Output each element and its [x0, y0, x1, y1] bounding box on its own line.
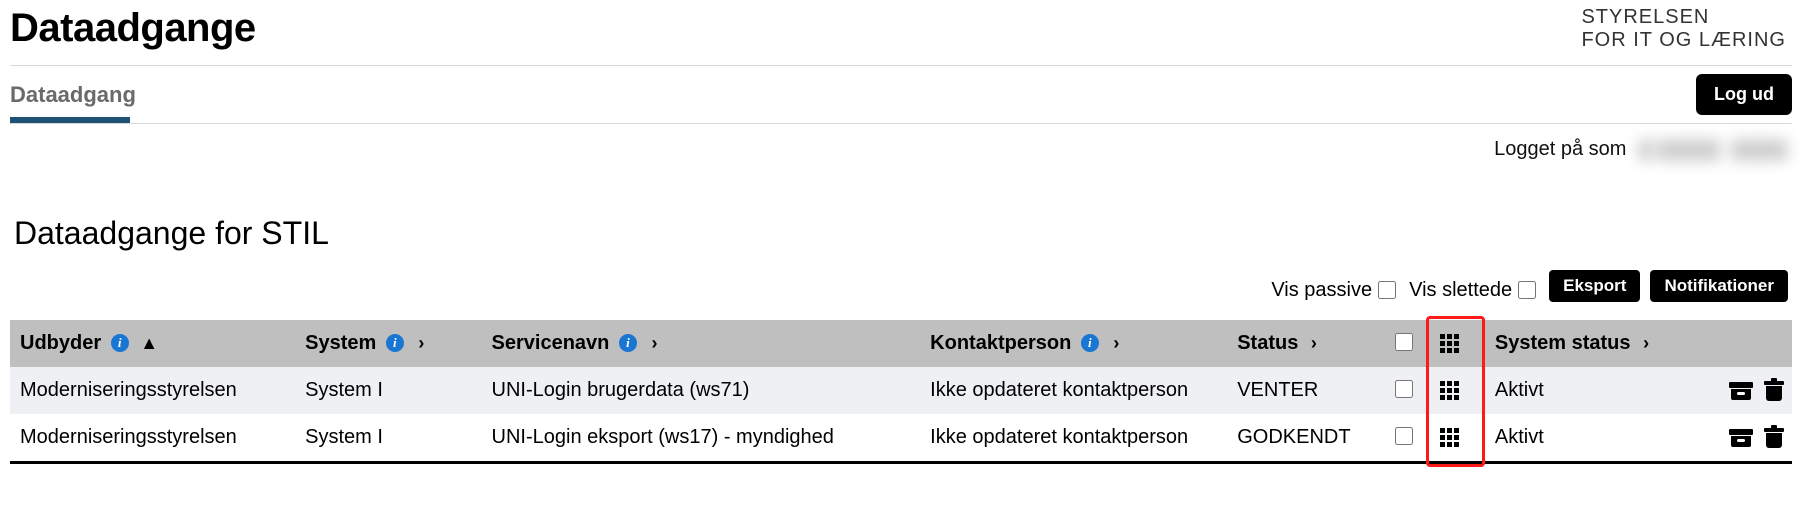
col-system[interactable]: System i ›	[295, 320, 481, 367]
cell-service: UNI-Login eksport (ws17) - myndighed	[482, 414, 921, 463]
cell-contact: Ikke opdateret kontaktperson	[920, 414, 1227, 463]
grid-icon[interactable]	[1440, 334, 1459, 353]
section-title: Dataadgange for STIL	[14, 215, 1792, 252]
show-deleted-checkbox[interactable]	[1518, 281, 1536, 299]
col-system-label: System	[305, 332, 376, 354]
cell-status: GODKENDT	[1227, 414, 1381, 463]
page-title: Dataadgange	[10, 6, 256, 51]
col-provider[interactable]: Udbyder i ▲	[10, 320, 295, 367]
col-system-status-label: System status	[1495, 332, 1631, 354]
cell-actions	[1693, 414, 1792, 463]
row-checkbox[interactable]	[1395, 427, 1413, 445]
logout-button[interactable]: Log ud	[1696, 74, 1792, 115]
show-passive-label: Vis passive	[1271, 279, 1372, 302]
show-deleted-label: Vis slettede	[1409, 279, 1512, 302]
trash-icon[interactable]	[1766, 381, 1782, 401]
cell-contact: Ikke opdateret kontaktperson	[920, 367, 1227, 414]
col-contact-label: Kontaktperson	[930, 332, 1071, 354]
col-select-all[interactable]	[1381, 320, 1430, 367]
info-icon[interactable]: i	[1081, 334, 1099, 352]
archive-icon[interactable]	[1730, 382, 1752, 400]
table-row: Moderniseringsstyrelsen System I UNI-Log…	[10, 414, 1792, 463]
col-system-status[interactable]: System status ›	[1485, 320, 1693, 367]
cell-provider: Moderniseringsstyrelsen	[10, 414, 295, 463]
cell-grid[interactable]	[1430, 414, 1485, 463]
cell-system: System I	[295, 367, 481, 414]
col-provider-label: Udbyder	[20, 332, 101, 354]
col-actions	[1693, 320, 1792, 367]
export-button[interactable]: Eksport	[1549, 270, 1640, 302]
info-icon[interactable]: i	[111, 334, 129, 352]
logged-in-username-redacted	[1638, 139, 1788, 161]
tab-dataadgang[interactable]: Dataadgang	[10, 76, 136, 122]
sort-icon[interactable]: ›	[649, 333, 661, 354]
grid-icon[interactable]	[1440, 428, 1459, 447]
cell-system: System I	[295, 414, 481, 463]
brand-line-1: STYRELSEN	[1581, 6, 1786, 29]
grid-icon[interactable]	[1440, 381, 1459, 400]
cell-provider: Moderniseringsstyrelsen	[10, 367, 295, 414]
show-deleted-toggle[interactable]: Vis slettede	[1409, 278, 1539, 302]
sort-icon[interactable]: ›	[1308, 333, 1320, 354]
sort-icon[interactable]: ›	[415, 333, 427, 354]
cell-grid[interactable]	[1430, 367, 1485, 414]
cell-select[interactable]	[1381, 414, 1430, 463]
cell-status: VENTER	[1227, 367, 1381, 414]
cell-system-status: Aktivt	[1485, 414, 1693, 463]
data-access-table: Udbyder i ▲ System i › Servicenavn i ›	[10, 320, 1792, 464]
notifications-button[interactable]: Notifikationer	[1650, 270, 1788, 302]
info-icon[interactable]: i	[386, 334, 404, 352]
cell-actions	[1693, 367, 1792, 414]
col-contact[interactable]: Kontaktperson i ›	[920, 320, 1227, 367]
cell-select[interactable]	[1381, 367, 1430, 414]
cell-system-status: Aktivt	[1485, 367, 1693, 414]
table-header-row: Udbyder i ▲ System i › Servicenavn i ›	[10, 320, 1792, 367]
filters-bar: Vis passive Vis slettede Eksport Notifik…	[10, 270, 1792, 320]
row-checkbox[interactable]	[1395, 380, 1413, 398]
show-passive-toggle[interactable]: Vis passive	[1271, 278, 1399, 302]
brand-line-2: FOR IT OG LÆRING	[1581, 29, 1786, 52]
logged-in-prefix: Logget på som	[1494, 138, 1626, 160]
archive-icon[interactable]	[1730, 429, 1752, 447]
table-row: Moderniseringsstyrelsen System I UNI-Log…	[10, 367, 1792, 414]
sort-icon[interactable]: ›	[1110, 333, 1122, 354]
logged-in-as: Logget på som	[10, 124, 1792, 161]
sort-asc-icon[interactable]: ▲	[140, 333, 152, 354]
col-status-label: Status	[1237, 332, 1298, 354]
col-service-label: Servicenavn	[492, 332, 610, 354]
sort-icon[interactable]: ›	[1640, 333, 1652, 354]
info-icon[interactable]: i	[619, 334, 637, 352]
trash-icon[interactable]	[1766, 428, 1782, 448]
select-all-checkbox[interactable]	[1395, 333, 1413, 351]
col-status[interactable]: Status ›	[1227, 320, 1381, 367]
cell-service: UNI-Login brugerdata (ws71)	[482, 367, 921, 414]
show-passive-checkbox[interactable]	[1378, 281, 1396, 299]
col-grid-header[interactable]	[1430, 320, 1485, 367]
brand-logo-text: STYRELSEN FOR IT OG LÆRING	[1581, 6, 1792, 52]
col-service[interactable]: Servicenavn i ›	[482, 320, 921, 367]
